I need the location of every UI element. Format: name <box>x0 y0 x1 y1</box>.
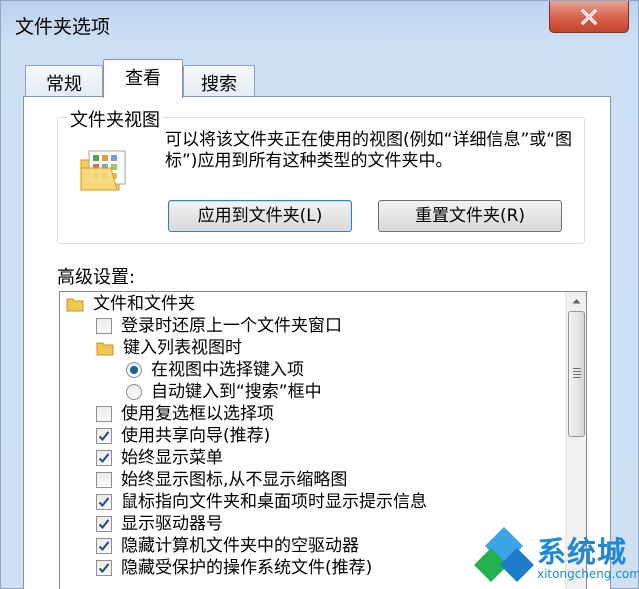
checkbox[interactable] <box>96 538 112 554</box>
tab-search[interactable]: 搜索 <box>183 65 255 97</box>
tab-view[interactable]: 查看 <box>103 59 183 98</box>
list-item-label: 显示驱动器号 <box>121 514 223 534</box>
folder-view-title: 文件夹视图 <box>67 106 163 132</box>
radio-button[interactable] <box>126 384 142 400</box>
list-item: 键入列表视图时 <box>96 337 242 359</box>
radio-dot <box>130 366 138 374</box>
view-tab-panel: 文件夹视图 可以将该文件夹正在使用的视图(例如“详细信息”或“图标”)应用到所有… <box>23 96 611 589</box>
grip-icon <box>573 368 581 380</box>
checkbox[interactable] <box>96 450 112 466</box>
list-item-label: 登录时还原上一个文件夹窗口 <box>121 316 342 336</box>
close-icon <box>580 8 598 25</box>
checkbox[interactable] <box>96 516 112 532</box>
watermark: 系统城 xitongcheng.com <box>471 525 639 589</box>
list-item-label: 鼠标指向文件夹和桌面项时显示提示信息 <box>121 492 427 512</box>
list-item[interactable]: 登录时还原上一个文件夹窗口 <box>96 315 342 337</box>
check-icon <box>98 497 110 507</box>
close-button[interactable] <box>549 1 629 33</box>
list-item: 文件和文件夹 <box>66 293 195 315</box>
list-item-label: 自动键入到“搜索”框中 <box>151 382 322 402</box>
list-item[interactable]: 隐藏受保护的操作系统文件(推荐) <box>96 557 372 579</box>
list-item[interactable]: 使用复选框以选择项 <box>96 403 274 425</box>
list-item[interactable]: 始终显示图标,从不显示缩略图 <box>96 469 347 491</box>
scroll-up-icon <box>572 299 580 304</box>
scroll-thumb[interactable] <box>568 311 585 437</box>
check-icon <box>98 563 110 573</box>
checkbox[interactable] <box>96 318 112 334</box>
tab-general[interactable]: 常规 <box>25 65 103 97</box>
list-item-label: 使用共享向导(推荐) <box>121 426 271 446</box>
list-item-label: 始终显示菜单 <box>121 448 223 468</box>
check-icon <box>98 541 110 551</box>
check-icon <box>98 431 110 441</box>
scroll-up-button[interactable] <box>566 292 586 310</box>
list-item[interactable]: 使用共享向导(推荐) <box>96 425 270 447</box>
check-icon <box>98 453 110 463</box>
diamond-logo-icon <box>474 527 534 582</box>
list-item-label: 隐藏受保护的操作系统文件(推荐) <box>121 558 373 578</box>
list-item[interactable]: 自动键入到“搜索”框中 <box>126 381 322 403</box>
check-icon <box>98 519 110 529</box>
list-item[interactable]: 鼠标指向文件夹和桌面项时显示提示信息 <box>96 491 427 513</box>
checkbox[interactable] <box>96 560 112 576</box>
folder-icon <box>66 298 84 312</box>
list-item-label: 使用复选框以选择项 <box>121 404 274 424</box>
list-item-label: 始终显示图标,从不显示缩略图 <box>121 470 348 490</box>
checkbox[interactable] <box>96 494 112 510</box>
apply-to-folders-button[interactable]: 应用到文件夹(L) <box>168 200 352 232</box>
list-item[interactable]: 始终显示菜单 <box>96 447 223 469</box>
radio-button[interactable] <box>126 362 142 378</box>
folder-view-description: 可以将该文件夹正在使用的视图(例如“详细信息”或“图标”)应用到所有这种类型的文… <box>165 130 573 171</box>
list-item-label: 键入列表视图时 <box>123 338 242 358</box>
folder-view-group: 文件夹视图 可以将该文件夹正在使用的视图(例如“详细信息”或“图标”)应用到所有… <box>57 106 585 244</box>
list-item[interactable]: 隐藏计算机文件夹中的空驱动器 <box>96 535 359 557</box>
watermark-name: 系统城 <box>537 535 628 569</box>
list-item-label: 隐藏计算机文件夹中的空驱动器 <box>121 536 359 556</box>
list-item[interactable]: 在视图中选择键入项 <box>126 359 304 381</box>
reset-folders-button[interactable]: 重置文件夹(R) <box>378 200 562 232</box>
list-item-label: 在视图中选择键入项 <box>151 360 304 380</box>
window-title: 文件夹选项 <box>15 16 111 38</box>
list-item[interactable]: 显示驱动器号 <box>96 513 223 535</box>
folder-icon <box>96 342 114 356</box>
dialog-window: 文件夹选项 常规 查看 搜索 文件夹视图 可以将该文件夹正在使用的视图(例如“详… <box>0 0 639 589</box>
checkbox[interactable] <box>96 428 112 444</box>
advanced-settings-label: 高级设置: <box>57 267 136 288</box>
list-item-label: 文件和文件夹 <box>93 294 195 314</box>
watermark-url: xitongcheng.com <box>537 567 639 581</box>
folder-view-icon <box>80 150 126 191</box>
checkbox[interactable] <box>96 406 112 422</box>
checkbox[interactable] <box>96 472 112 488</box>
